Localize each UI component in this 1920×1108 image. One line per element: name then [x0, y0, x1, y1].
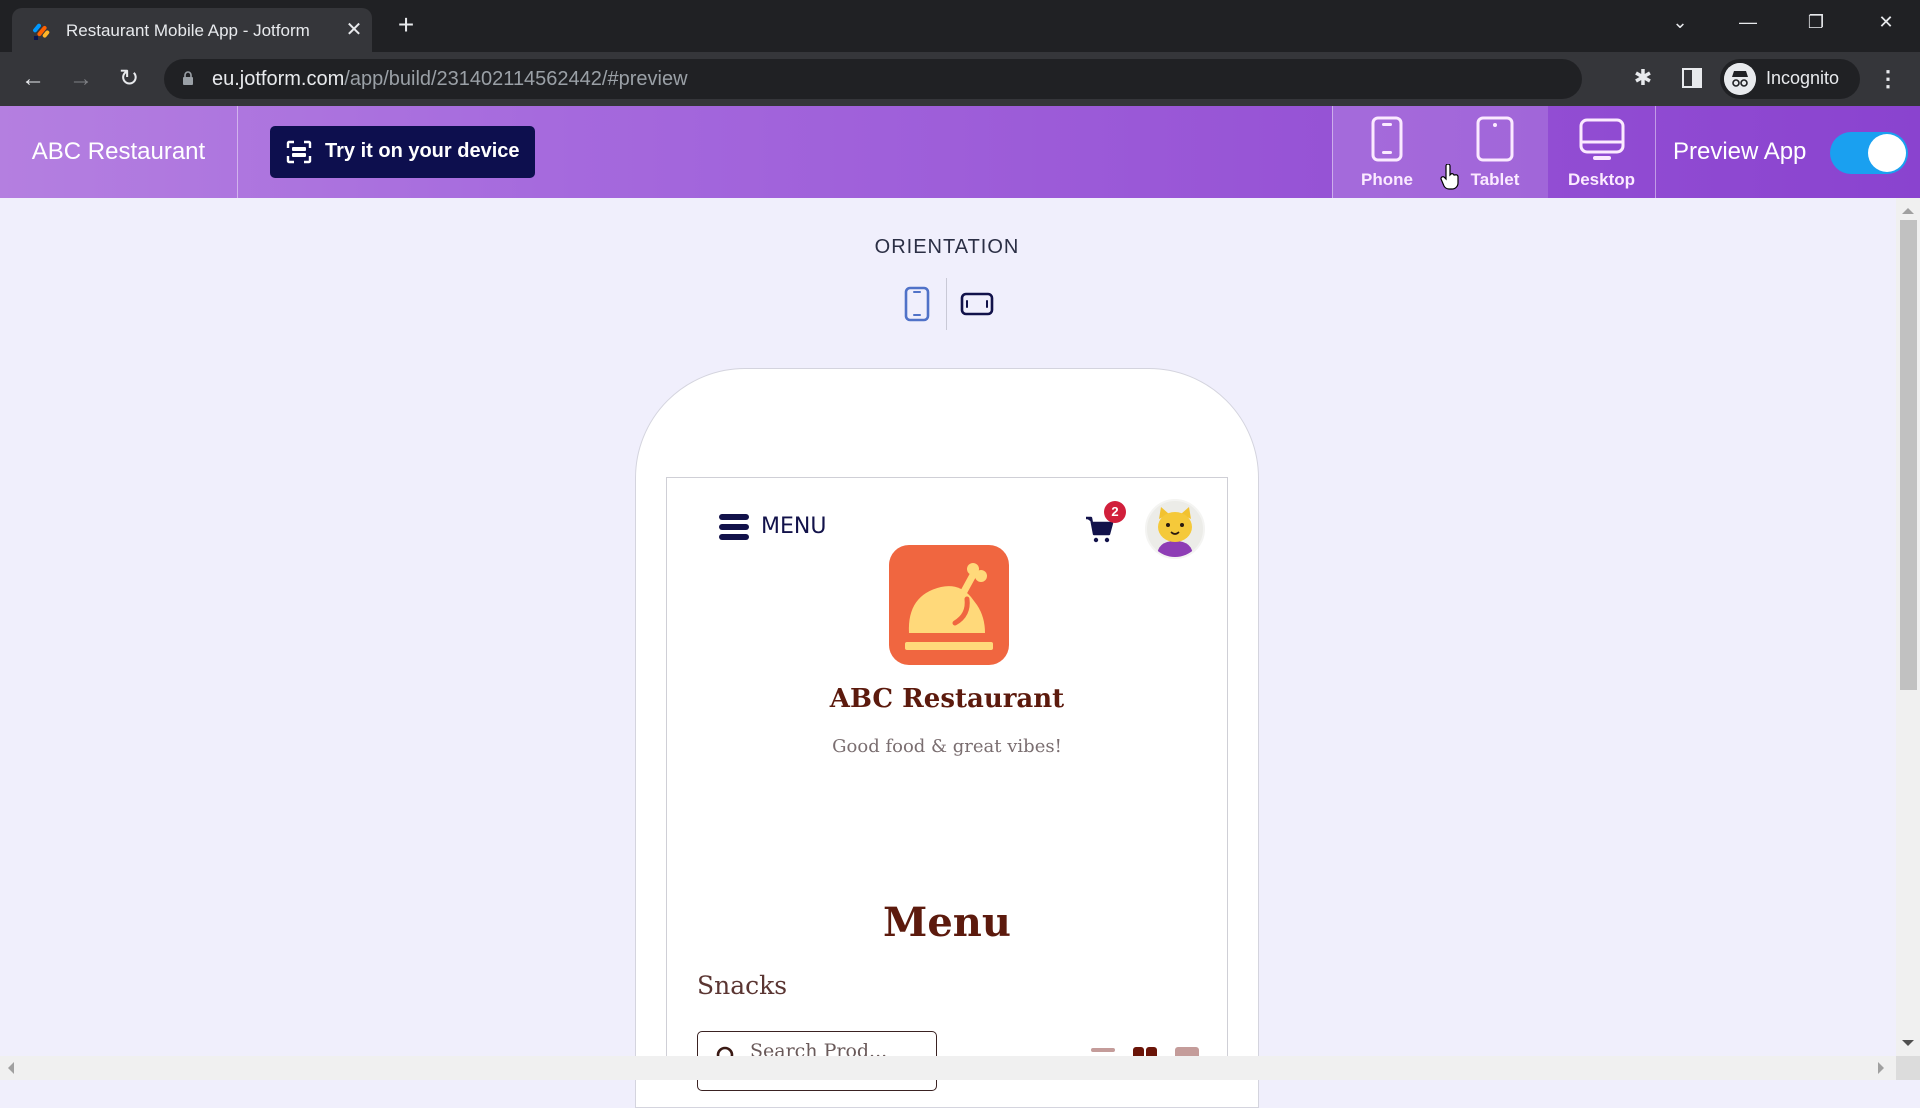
tab-search-icon[interactable]: ⌄	[1660, 8, 1700, 36]
tab-title: Restaurant Mobile App - Jotform	[66, 21, 310, 40]
portrait-orientation-icon[interactable]	[904, 286, 930, 322]
browser-tab-bar: Restaurant Mobile App - Jotform ✕ + ⌄ — …	[0, 0, 1920, 52]
reload-button[interactable]: ↻	[114, 64, 144, 94]
landscape-orientation-icon[interactable]	[960, 292, 994, 316]
cart-count-badge: 2	[1104, 501, 1126, 523]
orientation-divider	[946, 278, 947, 330]
back-button[interactable]: ←	[18, 64, 48, 94]
tab-close-icon[interactable]: ✕	[342, 18, 366, 42]
vertical-scrollbar-thumb[interactable]	[1900, 220, 1917, 690]
toggle-knob	[1868, 134, 1906, 172]
hamburger-menu-icon[interactable]	[719, 513, 749, 541]
menu-label[interactable]: MENU	[761, 514, 826, 539]
minimize-button[interactable]: —	[1728, 8, 1768, 36]
browser-menu-icon[interactable]: ⋮	[1876, 65, 1900, 93]
app-preview-screen: MENU 2 ABC Restaurant Good food & great …	[666, 477, 1228, 1091]
browser-toolbar: ← → ↻ eu.jotform.com/app/build/231402114…	[0, 52, 1920, 106]
horizontal-scrollbar[interactable]	[0, 1056, 1896, 1080]
new-tab-button[interactable]: +	[392, 11, 420, 40]
scroll-left-arrow-icon[interactable]	[8, 1062, 14, 1074]
url-path: /app/build/231402114562442/#preview	[344, 68, 688, 90]
lock-icon	[183, 71, 193, 85]
category-title: Snacks	[697, 971, 788, 1000]
qr-scan-icon	[286, 140, 312, 164]
app-builder-header: ABC Restaurant Try it on your device Pho…	[0, 106, 1920, 198]
vertical-scrollbar[interactable]	[1896, 198, 1920, 1056]
scroll-up-arrow-icon[interactable]	[1902, 208, 1914, 214]
restaurant-logo	[889, 545, 1009, 665]
try-on-device-button[interactable]: Try it on your device	[270, 126, 535, 178]
orientation-label: ORIENTATION	[874, 236, 1020, 258]
scroll-down-arrow-icon[interactable]	[1902, 1040, 1914, 1046]
try-on-device-label: Try it on your device	[325, 140, 520, 162]
forward-button[interactable]: →	[66, 64, 96, 94]
jotform-favicon-icon	[33, 23, 50, 40]
url-host: eu.jotform.com	[212, 68, 345, 90]
preview-app-toggle[interactable]	[1830, 132, 1908, 174]
extensions-icon[interactable]: ✱	[1630, 65, 1656, 91]
phone-icon	[1371, 116, 1403, 162]
device-phone-label: Phone	[1361, 170, 1413, 189]
tablet-icon	[1476, 116, 1514, 162]
cat-avatar-icon	[1157, 507, 1193, 557]
side-panel-icon[interactable]	[1680, 66, 1704, 90]
restaurant-tagline: Good food & great vibes!	[832, 736, 1062, 757]
incognito-profile-button[interactable]: Incognito	[1720, 59, 1860, 99]
browser-tab[interactable]: Restaurant Mobile App - Jotform ✕	[12, 8, 372, 52]
device-phone-button[interactable]: Phone	[1333, 106, 1441, 198]
preview-app-label: Preview App	[1673, 138, 1807, 165]
device-desktop-label: Desktop	[1567, 170, 1636, 189]
hand-cursor-icon	[1440, 164, 1459, 190]
user-avatar[interactable]	[1145, 499, 1205, 559]
window-close-button[interactable]: ✕	[1866, 8, 1906, 36]
scrollbar-corner	[1896, 1056, 1920, 1080]
url-text: eu.jotform.com/app/build/231402114562442…	[212, 68, 688, 91]
scroll-right-arrow-icon[interactable]	[1878, 1062, 1884, 1074]
restore-button[interactable]: ❐	[1796, 8, 1836, 36]
device-desktop-button[interactable]: Desktop	[1548, 106, 1656, 198]
roast-chicken-icon	[905, 563, 993, 650]
app-name[interactable]: ABC Restaurant	[0, 106, 238, 198]
restaurant-name: ABC Restaurant	[829, 684, 1065, 714]
address-bar[interactable]: eu.jotform.com/app/build/231402114562442…	[164, 59, 1756, 99]
menu-heading: Menu	[883, 899, 1011, 946]
desktop-icon	[1579, 118, 1624, 160]
incognito-icon	[1724, 63, 1756, 95]
incognito-label: Incognito	[1766, 68, 1840, 88]
